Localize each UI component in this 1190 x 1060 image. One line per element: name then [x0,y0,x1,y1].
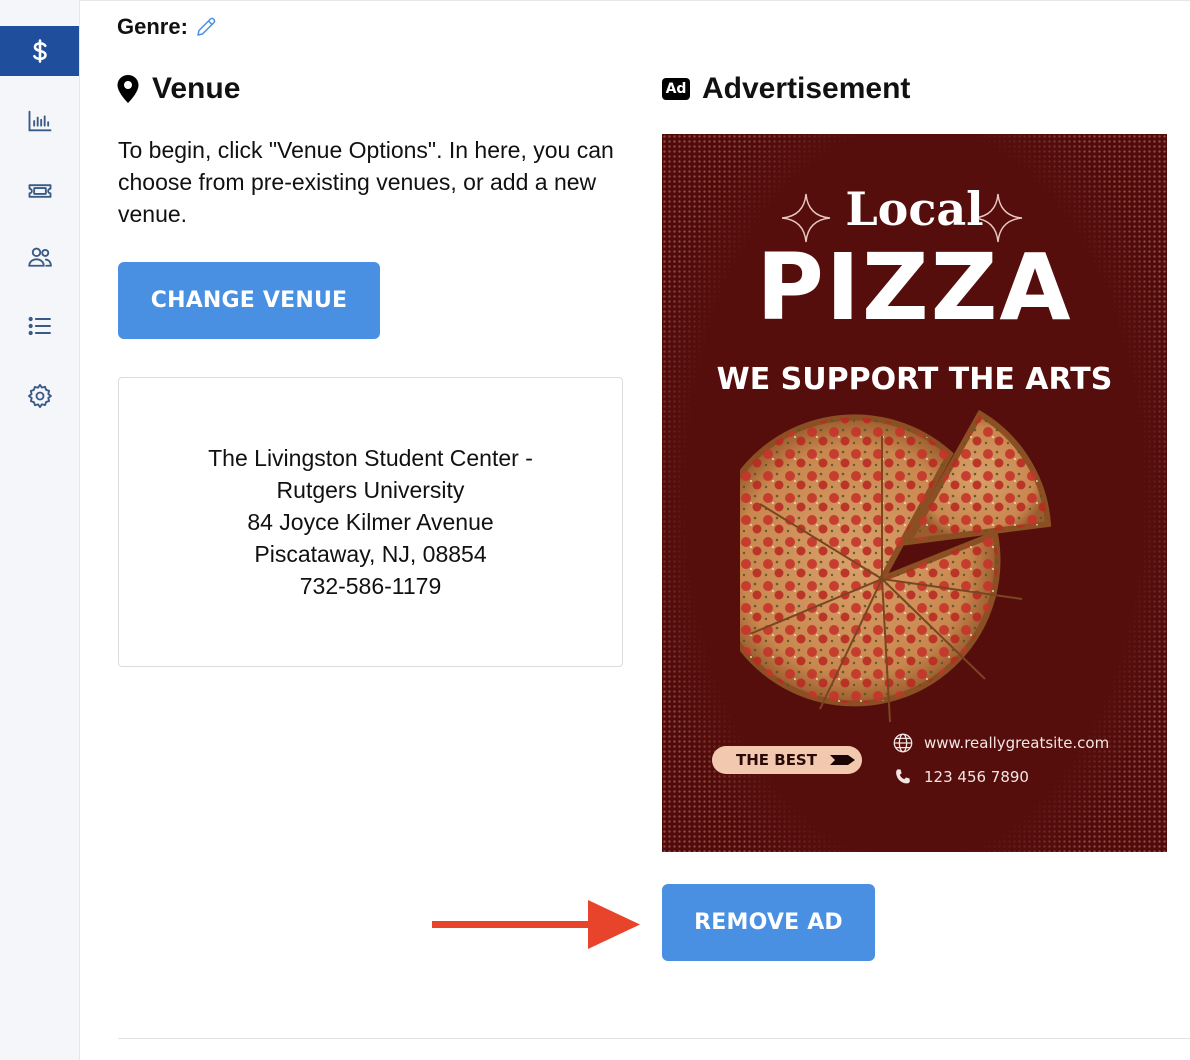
list-icon [28,316,51,336]
genre-row: Genre: [117,14,218,40]
ad-badge-icon: Ad [662,78,690,100]
venue-city: Piscataway, NJ, 08854 [254,541,487,567]
map-pin-icon [117,75,139,103]
venue-street: 84 Joyce Kilmer Avenue [247,509,494,535]
genre-label: Genre: [117,14,188,39]
top-divider [80,0,1190,1]
change-venue-button[interactable]: CHANGE VENUE [118,262,380,339]
sidebar-item-list[interactable] [0,301,79,351]
ad-website-text: www.reallygreatsite.com [924,734,1110,752]
the-best-badge: THE BEST [712,746,862,774]
dollar-icon [32,39,47,63]
venue-heading: Venue [116,72,240,106]
sidebar-item-sales[interactable] [0,26,79,76]
bottom-divider [118,1038,1190,1039]
pizza-image [740,409,1052,723]
globe-icon [893,733,913,753]
sidebar-item-analytics[interactable] [0,96,79,146]
arrow-tag-icon [830,755,855,765]
sidebar [0,0,80,1060]
venue-card: The Livingston Student Center - Rutgers … [118,377,623,667]
sidebar-item-tickets[interactable] [0,166,79,216]
gear-icon [27,383,52,409]
remove-ad-button[interactable]: REMOVE AD [662,884,875,961]
ticket-icon [28,184,51,198]
venue-heading-text: Venue [152,72,241,105]
pencil-icon[interactable] [194,15,218,39]
ad-tagline-text: WE SUPPORT THE ARTS [716,362,1113,397]
venue-name-line2: Rutgers University [276,477,465,503]
ad-local-text: Local [845,182,984,236]
the-best-badge-text: THE BEST [736,751,817,769]
arrow-annotation-icon [432,900,640,949]
ad-phone-row: 123 456 7890 [892,766,1029,788]
sidebar-item-settings[interactable] [0,371,79,421]
phone-icon [896,769,910,784]
venue-phone: 732-586-1179 [299,573,442,599]
advertisement-image: Local PIZZA WE SUPPORT THE ARTS THE BEST… [662,134,1167,852]
ad-pizza-text: PIZZA [756,234,1073,341]
sidebar-item-users[interactable] [0,232,79,282]
venue-name-line1: The Livingston Student Center - [208,445,533,471]
venue-intro-text: To begin, click "Venue Options". In here… [118,137,614,227]
users-icon [27,247,52,267]
bar-chart-icon [28,110,51,132]
ad-phone-text: 123 456 7890 [924,768,1029,786]
advertisement-heading: Ad Advertisement [662,72,910,106]
advertisement-heading-text: Advertisement [702,72,911,105]
ad-website-row: www.reallygreatsite.com [892,732,1109,754]
